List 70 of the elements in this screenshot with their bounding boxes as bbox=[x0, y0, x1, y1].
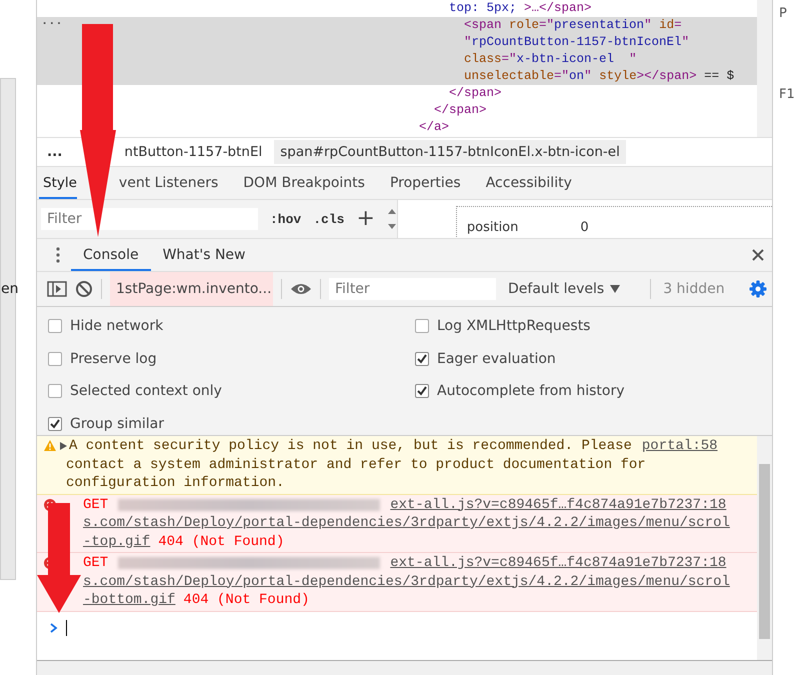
checkbox-label: Autocomplete from history bbox=[437, 383, 625, 400]
checkbox-label: Preserve log bbox=[70, 350, 157, 367]
checkbox[interactable] bbox=[415, 384, 429, 398]
breadcrumb[interactable]: ntButton-1157-btnEl bbox=[122, 140, 264, 164]
more-menu-icon[interactable] bbox=[55, 247, 61, 263]
page-text: en bbox=[1, 281, 18, 297]
drawer-tab[interactable]: What's New bbox=[150, 239, 258, 271]
warning-icon bbox=[44, 440, 56, 451]
source-link[interactable]: ext-all.js?v=c89465f…f4c874a91e7b7237:18 bbox=[390, 554, 726, 572]
request-method: GET bbox=[83, 496, 108, 514]
context-select[interactable]: 1stPage:wm.invento... bbox=[110, 272, 273, 306]
status-text: 404 (Not Found) bbox=[183, 591, 310, 610]
box-model-label: position bbox=[466, 220, 518, 235]
ellipsis-icon[interactable]: ... bbox=[41, 13, 63, 30]
hov-toggle[interactable]: :hov bbox=[270, 212, 302, 226]
hidden-count: 3 hidden bbox=[663, 281, 725, 297]
code-line: "rpCountButton-1157-btnIconEl" bbox=[463, 35, 690, 49]
prompt-icon bbox=[50, 622, 58, 632]
panel-tab[interactable]: Accessibility bbox=[478, 167, 580, 199]
settings-icon[interactable] bbox=[748, 280, 767, 298]
code-line: </span> bbox=[433, 103, 487, 117]
sidebar-toggle-icon[interactable] bbox=[47, 281, 67, 297]
checkbox-label: Group similar bbox=[70, 416, 164, 432]
panel-tab[interactable]: Properties bbox=[382, 167, 469, 199]
code-line: <span role="presentation" id= bbox=[463, 18, 682, 32]
text-cursor[interactable] bbox=[66, 620, 67, 636]
panel-tab[interactable]: vent Listeners bbox=[118, 167, 226, 199]
cls-toggle[interactable]: .cls bbox=[313, 212, 344, 226]
code-line: </a> bbox=[419, 120, 450, 134]
code-line: </span> bbox=[448, 86, 502, 100]
checkbox-label: Hide network bbox=[70, 318, 164, 334]
breadcrumb[interactable]: span#rpCountButton-1157-btnIconEl.x-btn-icon-el bbox=[274, 140, 626, 164]
box-model-value: 0 bbox=[580, 220, 589, 235]
checkbox-label: Eager evaluation bbox=[437, 350, 556, 367]
request-method: GET bbox=[83, 554, 108, 572]
scrollbar[interactable] bbox=[757, 436, 772, 660]
checkbox[interactable] bbox=[48, 352, 62, 366]
status-text: 404 (Not Found) bbox=[158, 532, 284, 551]
caret-icon[interactable] bbox=[610, 285, 620, 293]
page-text: P bbox=[779, 6, 788, 21]
styles-filter-field[interactable]: Filter bbox=[41, 208, 258, 230]
expand-icon[interactable] bbox=[60, 442, 67, 450]
checkbox[interactable] bbox=[48, 384, 62, 398]
warning-text: A content security policy is not in use, but is recommended. Please bbox=[69, 437, 632, 456]
checkbox[interactable] bbox=[48, 319, 62, 334]
page-text: F1 bbox=[779, 87, 796, 102]
source-link[interactable]: ext-all.js?v=c89465f…f4c874a91e7b7237:18 bbox=[390, 496, 726, 514]
warning-text: contact a system administrator and refer to product documentation for bbox=[66, 456, 646, 474]
url-link[interactable]: -bottom.gif bbox=[83, 591, 176, 610]
url-link[interactable]: -top.gif bbox=[83, 532, 150, 551]
console-filter-field[interactable]: Filter bbox=[329, 278, 496, 300]
breadcrumb-ellipsis[interactable]: ... bbox=[37, 144, 70, 160]
panel-tab[interactable]: DOM Breakpoints bbox=[235, 167, 373, 199]
eye-icon[interactable] bbox=[290, 282, 312, 296]
code-line: class="x-btn-icon-el " bbox=[463, 52, 637, 66]
checkbox[interactable] bbox=[415, 319, 429, 334]
checkbox[interactable] bbox=[48, 416, 62, 431]
code-line: unselectable="on" style></span> == $ bbox=[463, 69, 734, 83]
checkbox[interactable] bbox=[415, 352, 429, 366]
url-link[interactable]: s.com/stash/Deploy/portal-dependencies/3rdparty/extjs/4.2.2/images/menu/scrol bbox=[83, 572, 730, 591]
close-icon[interactable] bbox=[752, 249, 764, 261]
new-rule-button[interactable]: + bbox=[356, 208, 375, 230]
warning-text: configuration information. bbox=[66, 474, 284, 492]
url-link[interactable]: s.com/stash/Deploy/portal-dependencies/3rdparty/extjs/4.2.2/images/menu/scrol bbox=[83, 514, 730, 532]
levels-dropdown[interactable]: Default levels bbox=[508, 281, 620, 297]
checkbox-label: Selected context only bbox=[70, 383, 222, 400]
source-link[interactable]: portal:58 bbox=[642, 437, 718, 456]
checkbox-label: Log XMLHttpRequests bbox=[437, 318, 590, 334]
clear-icon[interactable] bbox=[75, 280, 93, 298]
code-line: top: 5px; >…</span> bbox=[448, 1, 592, 15]
